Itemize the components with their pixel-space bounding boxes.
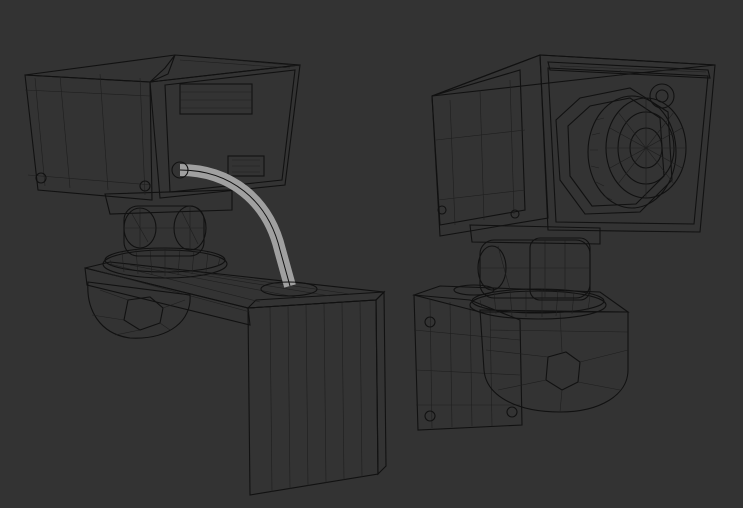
bolt-icon bbox=[649, 83, 675, 109]
right-camera-model bbox=[412, 54, 716, 431]
wireframe-render bbox=[24, 54, 716, 496]
cable-gland bbox=[453, 284, 495, 296]
rear-vent bbox=[179, 83, 253, 115]
left-camera-housing bbox=[24, 54, 301, 201]
right-bracket-hoop bbox=[479, 309, 629, 413]
screw-icon bbox=[506, 406, 518, 418]
screw-icon bbox=[510, 209, 520, 219]
right-lens-assembly bbox=[555, 83, 687, 215]
left-camera-model bbox=[24, 54, 387, 496]
screw-icon bbox=[424, 410, 436, 422]
viewport bbox=[0, 0, 743, 508]
right-bracket-plate bbox=[413, 294, 523, 431]
right-camera-housing bbox=[431, 54, 716, 237]
left-bracket-arm bbox=[84, 261, 386, 326]
left-mount-block bbox=[104, 189, 233, 215]
left-bracket-plate bbox=[246, 290, 387, 496]
